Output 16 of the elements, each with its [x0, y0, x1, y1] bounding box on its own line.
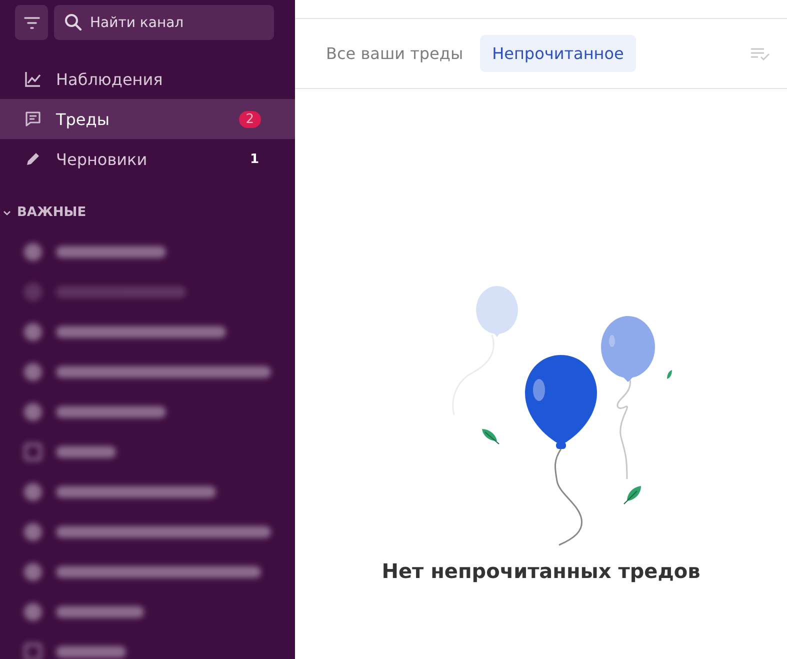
sidebar-nav-item[interactable]: Наблюдения: [0, 59, 295, 99]
message-icon: [24, 110, 42, 128]
filter-button[interactable]: [15, 5, 48, 40]
filter-icon: [24, 16, 40, 28]
tab[interactable]: Все ваши треды: [317, 35, 472, 72]
sidebar-nav-item[interactable]: Черновики 1: [0, 139, 295, 179]
unread-badge: 2: [238, 110, 261, 128]
section-header[interactable]: ВАЖНЫЕ: [0, 205, 295, 220]
empty-state-title: Нет непрочитанных тредов: [382, 559, 700, 583]
tab[interactable]: Непрочитанное: [480, 35, 636, 72]
line-chart-icon: [24, 70, 42, 88]
search-field[interactable]: Найти канал: [54, 5, 274, 40]
chevron-icon: [3, 208, 11, 216]
draft-count: 1: [250, 152, 260, 166]
pencil-icon: [24, 150, 42, 168]
sidebar-nav-item[interactable]: Треды 2: [0, 99, 295, 139]
